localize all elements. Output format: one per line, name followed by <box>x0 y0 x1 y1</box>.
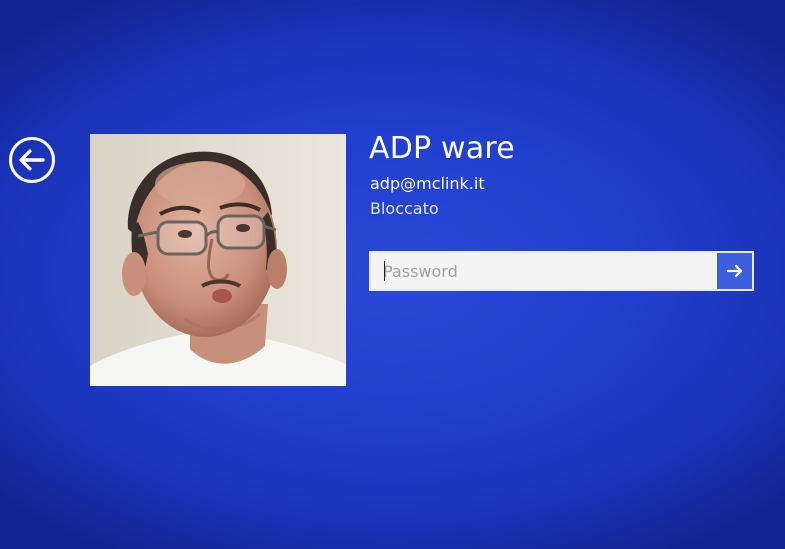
password-input[interactable] <box>371 253 717 289</box>
password-box <box>369 251 754 291</box>
avatar <box>90 134 346 386</box>
back-button[interactable] <box>9 137 55 183</box>
user-email: adp@mclink.it <box>370 174 485 193</box>
user-status: Bloccato <box>370 199 439 218</box>
user-photo-image <box>90 134 346 386</box>
arrow-right-icon <box>726 264 743 278</box>
lock-screen: ADP ware adp@mclink.it Bloccato <box>0 0 785 549</box>
user-name: ADP ware <box>369 131 515 166</box>
back-arrow-icon <box>19 149 45 171</box>
submit-button[interactable] <box>717 253 752 289</box>
text-caret <box>384 261 385 281</box>
